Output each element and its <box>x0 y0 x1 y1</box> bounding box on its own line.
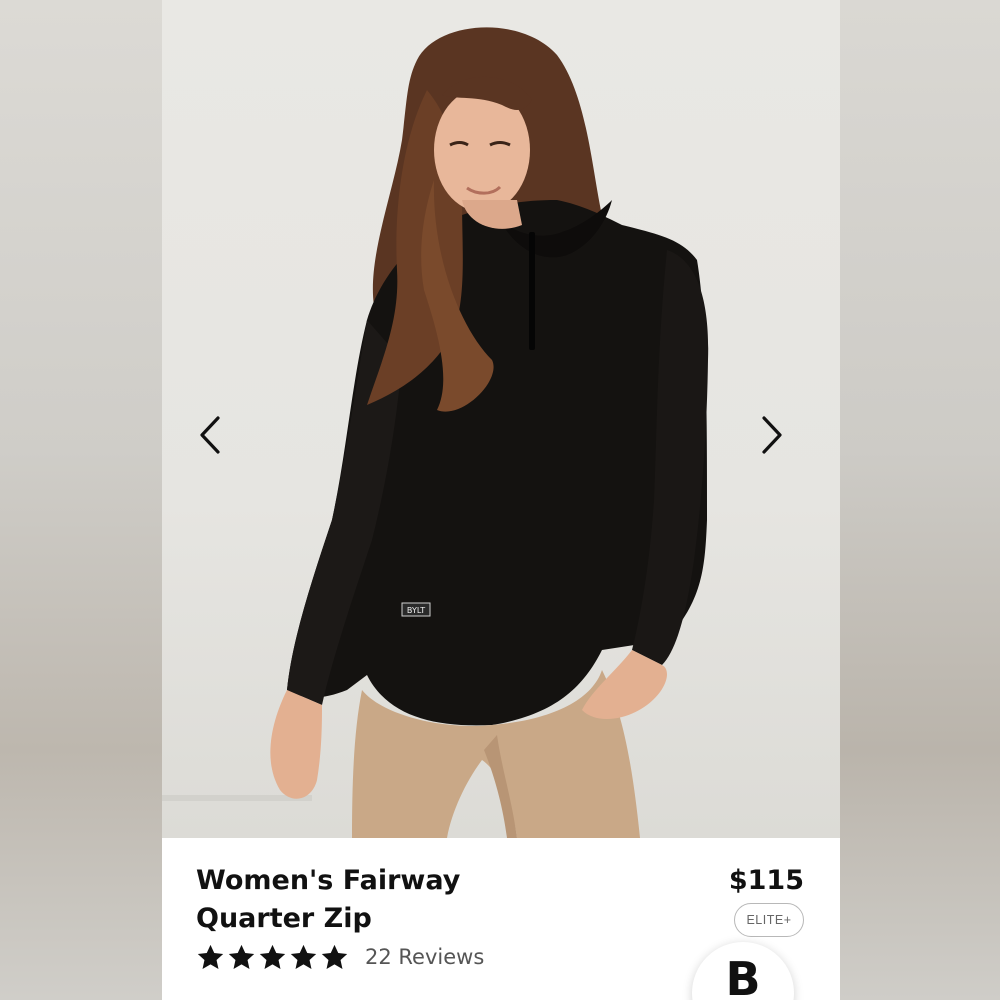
elite-tier-badge: ELITE+ <box>734 903 804 937</box>
product-title-line-1: Women's Fairway <box>196 865 461 896</box>
product-card: BYLT Women's Fairway Quarter Zip $115 EL… <box>162 0 840 1000</box>
model-photo: BYLT <box>162 27 709 838</box>
product-title[interactable]: Women's Fairway Quarter Zip <box>196 862 556 938</box>
rating-row[interactable]: 22 Reviews <box>196 940 484 974</box>
backdrop-left <box>0 0 162 1000</box>
chevron-right-icon <box>762 416 782 454</box>
product-image[interactable]: BYLT <box>162 0 840 838</box>
backdrop-right <box>840 0 1000 1000</box>
garment-tag-text: BYLT <box>407 606 425 615</box>
star-icon <box>197 944 224 969</box>
carousel-prev-button[interactable] <box>198 415 238 463</box>
brand-logo-button[interactable]: B <box>692 942 794 1000</box>
product-title-line-2: Quarter Zip <box>196 903 372 934</box>
star-icon <box>228 944 255 969</box>
star-icon <box>290 944 317 969</box>
chevron-left-icon <box>200 416 220 454</box>
carousel-next-button[interactable] <box>760 415 800 463</box>
product-info: Women's Fairway Quarter Zip $115 ELITE+ … <box>162 838 840 1000</box>
reviews-count[interactable]: 22 Reviews <box>365 945 484 969</box>
star-rating <box>196 943 349 972</box>
product-price: $115 <box>728 865 804 896</box>
brand-logo-icon: B <box>725 952 761 1000</box>
star-icon <box>259 944 286 969</box>
star-icon <box>321 944 348 969</box>
